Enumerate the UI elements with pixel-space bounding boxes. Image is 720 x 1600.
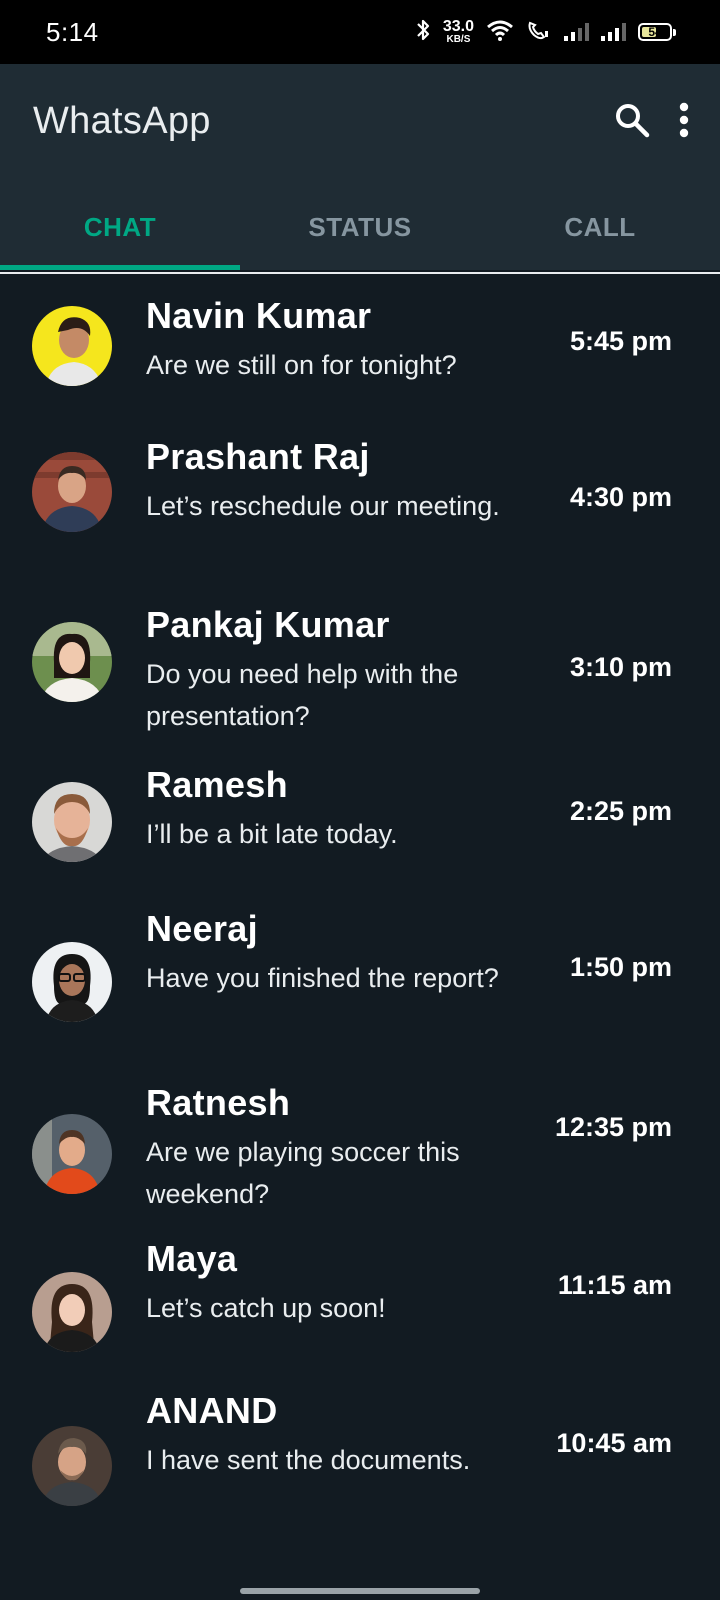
chat-time: 10:45 am — [556, 1428, 672, 1458]
chat-name: Pankaj Kumar — [146, 604, 390, 645]
status-bar: 5:14 33.0 KB/S 54 — [0, 0, 720, 64]
wifi-calling-icon — [526, 19, 552, 46]
chat-list: Navin Kumar Are we still on for tonight?… — [0, 276, 720, 1560]
chat-message-preview: Let’s reschedule our meeting. — [146, 491, 500, 521]
chat-time: 5:45 pm — [569, 326, 672, 356]
avatar — [32, 782, 112, 862]
app-header: WhatsApp CHAT STATUS CALL — [0, 64, 720, 270]
avatar — [32, 1426, 112, 1506]
signal-icon-sim1 — [564, 23, 589, 41]
chat-time: 12:35 pm — [554, 1112, 672, 1142]
app-title: WhatsApp — [33, 100, 211, 142]
tab-bar: CHAT STATUS CALL — [0, 184, 720, 270]
chat-name: Ratnesh — [146, 1082, 291, 1123]
chat-time: 1:50 pm — [569, 952, 672, 982]
chat-row[interactable]: Ratnesh Are we playing soccer this weeke… — [0, 1082, 720, 1244]
chat-name: Ramesh — [146, 764, 288, 805]
status-time: 5:14 — [46, 16, 99, 47]
bluetooth-icon — [415, 18, 431, 47]
chat-time: 4:30 pm — [569, 482, 672, 512]
chat-time: 2:25 pm — [569, 796, 672, 826]
more-vert-icon[interactable] — [674, 98, 694, 142]
status-icons: 33.0 KB/S 54 — [415, 18, 676, 47]
tab-chat[interactable]: CHAT — [0, 184, 240, 270]
chat-message-preview: Are we still on for tonight? — [146, 350, 457, 380]
chat-row[interactable]: Prashant Raj Let’s reschedule our meetin… — [0, 420, 720, 592]
chat-message-preview: Are we playing soccer this weekend? — [146, 1137, 460, 1209]
chat-message-preview: I have sent the documents. — [146, 1445, 471, 1475]
battery-icon: 54 — [638, 23, 676, 41]
chat-name: Prashant Raj — [146, 436, 370, 477]
chat-row[interactable]: Maya Let’s catch up soon! 11:15 am — [0, 1238, 720, 1400]
tab-call[interactable]: CALL — [480, 184, 720, 270]
wifi-icon — [486, 19, 514, 46]
chat-time: 3:10 pm — [569, 652, 672, 682]
avatar — [32, 1114, 112, 1194]
chat-message-preview: I’ll be a bit late today. — [146, 819, 398, 849]
chat-row[interactable]: ANAND I have sent the documents. 10:45 a… — [0, 1390, 720, 1560]
chat-name: ANAND — [146, 1390, 278, 1431]
signal-icon-sim2 — [601, 23, 626, 41]
chat-row[interactable]: Neeraj Have you finished the report? 1:5… — [0, 908, 720, 1084]
tab-status[interactable]: STATUS — [240, 184, 480, 270]
avatar — [32, 306, 112, 386]
chat-name: Navin Kumar — [146, 295, 372, 336]
chat-message-preview: Let’s catch up soon! — [146, 1293, 386, 1323]
chat-name: Maya — [146, 1238, 238, 1279]
chat-row[interactable]: Pankaj Kumar Do you need help with the p… — [0, 592, 720, 754]
chat-message-preview: Do you need help with the presentation? — [146, 659, 459, 731]
chat-name: Neeraj — [146, 908, 258, 949]
chat-time: 11:15 am — [557, 1270, 672, 1300]
header-divider — [0, 272, 720, 274]
avatar — [32, 622, 112, 702]
active-tab-indicator — [0, 265, 240, 270]
header-actions — [612, 98, 694, 142]
chat-row[interactable]: Ramesh I’ll be a bit late today. 2:25 pm — [0, 754, 720, 912]
avatar — [32, 452, 112, 532]
network-speed: 33.0 KB/S — [442, 18, 474, 45]
chat-message-preview: Have you finished the report? — [146, 963, 499, 993]
search-icon[interactable] — [612, 98, 652, 142]
home-indicator[interactable] — [240, 1588, 480, 1594]
avatar — [32, 1272, 112, 1352]
avatar — [32, 942, 112, 1022]
chat-row[interactable]: Navin Kumar Are we still on for tonight?… — [0, 276, 720, 420]
